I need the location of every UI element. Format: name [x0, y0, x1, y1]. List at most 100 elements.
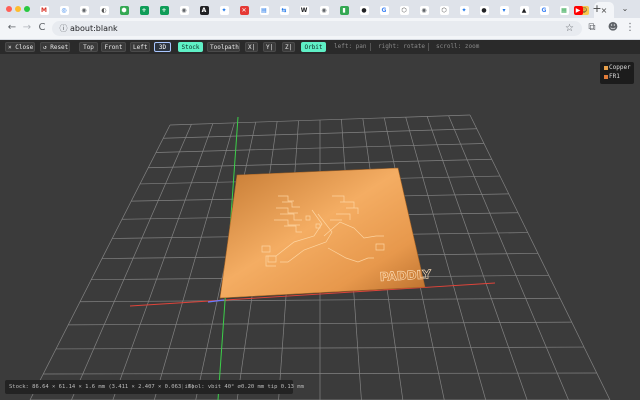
spark-icon: ✦	[219, 5, 229, 15]
browser-tab[interactable]: ▲	[514, 2, 534, 18]
browser-tab[interactable]: +	[154, 2, 174, 18]
tab-youtube[interactable]: ▶	[568, 2, 588, 18]
status-separator: |	[181, 384, 185, 390]
doc-icon: ▤	[259, 5, 269, 15]
reload-icon[interactable]: C	[36, 22, 48, 34]
browser-tab[interactable]: +	[134, 2, 154, 18]
hint-rotate: right: rotate	[378, 43, 425, 50]
address-bar-row: ← → C ⓘ about:blank ☆ ⧉ ☻ ⋮	[0, 18, 640, 40]
globe-icon: ◉	[419, 5, 429, 15]
axis-y-button[interactable]: Y|	[263, 42, 276, 52]
browser-tab[interactable]: ●	[474, 2, 494, 18]
forward-icon[interactable]: →	[21, 22, 33, 34]
stock-toggle[interactable]: Stock	[178, 42, 203, 52]
sheets-icon: +	[159, 5, 169, 15]
circle-icon: ◐	[99, 5, 109, 15]
google-icon: G	[379, 5, 389, 15]
board-label: PADDLY	[379, 267, 431, 284]
new-tab-button[interactable]: +	[590, 2, 604, 16]
stock-dimensions: Stock: 86.64 × 61.14 × 1.6 mm (3.411 × 2…	[9, 384, 195, 390]
hint-separator	[370, 43, 371, 51]
browser-tab[interactable]: ◉	[314, 2, 334, 18]
browser-tab[interactable]: ◎	[54, 2, 74, 18]
hex-icon: ⬡	[439, 5, 449, 15]
address-input[interactable]: ⓘ about:blank ☆	[52, 21, 582, 36]
legend-copper: Copper	[604, 64, 631, 72]
youtube-icon: ▶	[573, 5, 583, 15]
legend-fr1: FR1	[604, 73, 620, 81]
browser-tab[interactable]: ◉	[414, 2, 434, 18]
hex-icon: ⬡	[399, 5, 409, 15]
site-info-icon[interactable]: ⓘ	[58, 23, 69, 34]
window-close-button[interactable]	[6, 6, 12, 12]
browser-tab[interactable]: ◉	[174, 2, 194, 18]
url-text: about:blank	[70, 24, 118, 33]
tool-info: Tool: vbit 40° ⌀0.20 mm tip 0.13 mm	[188, 384, 304, 390]
view-front-button[interactable]: Front	[101, 42, 126, 52]
globe-icon: ◉	[79, 5, 89, 15]
docs-icon: ▮	[339, 5, 349, 15]
window-minimize-button[interactable]	[15, 6, 21, 12]
browser-tab[interactable]: G	[534, 2, 554, 18]
status-bar: Stock: 86.64 × 61.14 × 1.6 mm (3.411 × 2…	[5, 380, 304, 394]
shield-icon: ⬢	[119, 5, 129, 15]
graduation-icon: ▲	[519, 5, 529, 15]
browser-tab[interactable]: ⬡	[434, 2, 454, 18]
google-icon: G	[539, 5, 549, 15]
browser-tab[interactable]: ▾	[494, 2, 514, 18]
tab-strip: M ◎ ◉ ◐ ⬢ + + ◉ A ✦ ✕ ▤ ⇆ W ◉ ▮ ● G ⬡ ◉ ⬡ ✦ ● ▾ ▲ G ▦ ☺ ×	[34, 2, 614, 18]
browser-tab[interactable]: ✕	[234, 2, 254, 18]
wikipedia-icon: W	[299, 5, 309, 15]
viewer-toolbar: × Close ↺ Reset Top Front Left 3D Stock …	[0, 40, 640, 54]
browser-tab-bar: M ◎ ◉ ◐ ⬢ + + ◉ A ✦ ✕ ▤ ⇆ W ◉ ▮ ● G ⬡ ◉ ⬡ ✦ ● ▾ ▲ G ▦ ☺ × ▶ + ⌄	[0, 0, 640, 18]
back-icon[interactable]: ←	[6, 22, 18, 34]
material-legend: Copper FR1	[600, 62, 634, 84]
browser-tab[interactable]: ◉	[74, 2, 94, 18]
github-icon: ●	[479, 5, 489, 15]
bookmark-icon: ▾	[499, 5, 509, 15]
view-left-button[interactable]: Left	[130, 42, 150, 52]
stop-icon: ✕	[239, 5, 249, 15]
profile-icon[interactable]: ☻	[607, 22, 619, 34]
globe-icon: ◉	[179, 5, 189, 15]
view-3d-button[interactable]: 3D	[154, 42, 171, 52]
hint-separator	[428, 43, 429, 51]
github-icon: ●	[359, 5, 369, 15]
browser-tab[interactable]: ⇆	[274, 2, 294, 18]
copper-swatch	[604, 65, 608, 70]
toolpath-toggle[interactable]: Toolpath	[207, 42, 240, 52]
browser-tab[interactable]: ✦	[214, 2, 234, 18]
browser-tab[interactable]: ◐	[94, 2, 114, 18]
browser-tab[interactable]: ✦	[454, 2, 474, 18]
browser-tab[interactable]: ●	[354, 2, 374, 18]
browser-tab[interactable]: ⬢	[114, 2, 134, 18]
extensions-icon[interactable]: ⧉	[586, 22, 598, 34]
browser-tab[interactable]: G	[374, 2, 394, 18]
reset-button[interactable]: ↺ Reset	[40, 42, 70, 52]
browser-menu-icon[interactable]: ⋮	[624, 22, 636, 34]
browser-tab[interactable]: ▤	[254, 2, 274, 18]
orbit-toggle[interactable]: Orbit	[301, 42, 326, 52]
tab-search-button[interactable]: ⌄	[618, 2, 632, 16]
browser-tab[interactable]: ▮	[334, 2, 354, 18]
3d-viewport[interactable]: PADDLY	[0, 54, 640, 400]
spark-icon: ✦	[459, 5, 469, 15]
axis-x-button[interactable]: X|	[245, 42, 258, 52]
window-maximize-button[interactable]	[24, 6, 30, 12]
view-top-button[interactable]: Top	[79, 42, 98, 52]
browser-tab[interactable]: A	[194, 2, 214, 18]
hint-zoom: scroll: zoom	[436, 43, 480, 50]
extension-icon: ◎	[59, 5, 69, 15]
bookmark-star-icon[interactable]: ☆	[565, 22, 574, 35]
fr1-swatch	[604, 74, 608, 79]
close-button[interactable]: × Close	[5, 42, 35, 52]
browser-tab[interactable]: W	[294, 2, 314, 18]
gmail-icon: M	[39, 5, 49, 15]
legend-copper-label: Copper	[609, 64, 631, 71]
translate-icon: ⇆	[279, 5, 289, 15]
axis-z-button[interactable]: Z|	[282, 42, 295, 52]
hint-pan: left: pan	[334, 43, 367, 50]
browser-tab[interactable]: M	[34, 2, 54, 18]
legend-fr1-label: FR1	[609, 73, 620, 80]
browser-tab[interactable]: ⬡	[394, 2, 414, 18]
